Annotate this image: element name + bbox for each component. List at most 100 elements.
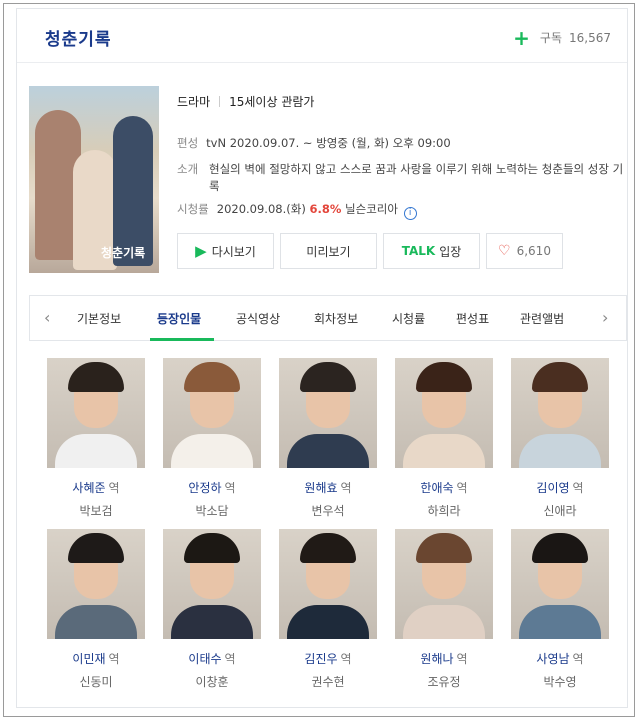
replay-label: 다시보기	[211, 244, 256, 259]
like-count: 6,610	[516, 244, 551, 258]
summary-text: 현실의 벽에 절망하지 않고 스스로 꿈과 사랑을 이루기 위해 노력하는 청춘…	[209, 162, 624, 193]
cast-role[interactable]: 이태수 역	[163, 650, 261, 667]
role-name[interactable]: 이태수	[188, 652, 221, 666]
card-header: 청춘기록 + 구독 16,567	[17, 9, 627, 63]
talk-icon: TALK	[401, 244, 436, 258]
tab-albums[interactable]: 관련앨범	[520, 310, 564, 327]
cast-item[interactable]: 원해효 역변우석	[279, 358, 377, 519]
actor-name[interactable]: 박소담	[163, 502, 261, 519]
tab-bar: ‹ 기본정보 등장인물 공식영상 회차정보 시청률 편성표 관련앨범 ›	[29, 295, 627, 341]
cast-photo[interactable]	[163, 529, 261, 639]
heart-icon: ♡	[498, 243, 511, 259]
tab-basic-info[interactable]: 기본정보	[77, 310, 121, 327]
actor-name[interactable]: 하희라	[395, 502, 493, 519]
divider	[219, 96, 221, 107]
actor-name[interactable]: 박수영	[511, 673, 609, 690]
age-rating: 15세이상 관람가	[229, 95, 315, 109]
active-tab-indicator	[150, 338, 214, 341]
cast-role[interactable]: 안정하 역	[163, 479, 261, 496]
plus-icon: +	[513, 25, 530, 50]
talk-button[interactable]: TALK 입장	[383, 233, 480, 269]
cast-item[interactable]: 김진우 역권수현	[279, 529, 377, 690]
genre-link[interactable]: 드라마	[177, 95, 210, 109]
cast-photo[interactable]	[47, 529, 145, 639]
role-name[interactable]: 사영남	[536, 652, 569, 666]
cast-role[interactable]: 원해나 역	[395, 650, 493, 667]
role-name[interactable]: 김진우	[304, 652, 337, 666]
like-button[interactable]: ♡ 6,610	[486, 233, 563, 269]
play-icon: ▶	[195, 242, 207, 260]
tab-episodes[interactable]: 회차정보	[314, 310, 358, 327]
subscribe-count: 16,567	[569, 30, 611, 45]
drama-poster[interactable]: 청춘기록	[29, 86, 159, 273]
cast-item[interactable]: 사혜준 역박보검	[47, 358, 145, 519]
cast-photo[interactable]	[395, 529, 493, 639]
cast-item[interactable]: 안정하 역박소담	[163, 358, 261, 519]
cast-item[interactable]: 이민재 역신동미	[47, 529, 145, 690]
ratings-row: 시청률 2020.09.08.(화) 6.8% 닐슨코리아 i	[177, 201, 417, 220]
cast-item[interactable]: 김이영 역신애라	[511, 358, 609, 519]
tab-cast[interactable]: 등장인물	[157, 310, 201, 327]
cast-role[interactable]: 사영남 역	[511, 650, 609, 667]
schedule-row: 편성 tvN 2020.09.07. ~ 방영중 (월, 화) 오후 09:00	[177, 135, 451, 151]
actor-name[interactable]: 변우석	[279, 502, 377, 519]
drama-info-card: 청춘기록 + 구독 16,567 청춘기록 드라마 15세이상 관람가 편성 tvN…	[16, 8, 628, 708]
role-suffix: 역	[108, 481, 120, 495]
replay-button[interactable]: ▶ 다시보기	[177, 233, 274, 269]
actor-name[interactable]: 이창훈	[163, 673, 261, 690]
actor-name[interactable]: 신애라	[511, 502, 609, 519]
cast-role[interactable]: 사혜준 역	[47, 479, 145, 496]
cast-role[interactable]: 김진우 역	[279, 650, 377, 667]
ratings-source: 닐슨코리아	[345, 202, 398, 216]
role-name[interactable]: 사혜준	[72, 481, 105, 495]
summary-label: 소개	[177, 162, 199, 176]
genre-line: 드라마 15세이상 관람가	[177, 93, 314, 110]
chevron-right-icon[interactable]: ›	[602, 308, 608, 327]
cast-item[interactable]: 사영남 역박수영	[511, 529, 609, 690]
schedule-value: tvN 2020.09.07. ~ 방영중 (월, 화) 오후 09:00	[206, 136, 451, 150]
actor-name[interactable]: 조유정	[395, 673, 493, 690]
role-name[interactable]: 원해효	[304, 481, 337, 495]
cast-role[interactable]: 이민재 역	[47, 650, 145, 667]
role-name[interactable]: 김이영	[536, 481, 569, 495]
role-suffix: 역	[224, 481, 236, 495]
actor-name[interactable]: 권수현	[279, 673, 377, 690]
talk-label: 입장	[439, 244, 462, 259]
tab-official-video[interactable]: 공식영상	[236, 310, 280, 327]
cast-photo[interactable]	[511, 529, 609, 639]
role-suffix: 역	[456, 652, 468, 666]
info-icon[interactable]: i	[403, 207, 417, 220]
cast-photo[interactable]	[163, 358, 261, 468]
cast-photo[interactable]	[511, 358, 609, 468]
cast-item[interactable]: 이태수 역이창훈	[163, 529, 261, 690]
role-suffix: 역	[108, 652, 120, 666]
cast-role[interactable]: 김이영 역	[511, 479, 609, 496]
subscribe-button[interactable]: + 구독 16,567	[513, 25, 611, 50]
role-suffix: 역	[340, 652, 352, 666]
tab-schedule[interactable]: 편성표	[456, 310, 489, 327]
tab-ratings[interactable]: 시청률	[392, 310, 425, 327]
role-suffix: 역	[224, 652, 236, 666]
role-suffix: 역	[572, 481, 584, 495]
cast-item[interactable]: 한애숙 역하희라	[395, 358, 493, 519]
cast-photo[interactable]	[279, 358, 377, 468]
preview-button[interactable]: 미리보기	[280, 233, 377, 269]
cast-item[interactable]: 원해나 역조유정	[395, 529, 493, 690]
role-suffix: 역	[572, 652, 584, 666]
role-name[interactable]: 한애숙	[420, 481, 453, 495]
role-name[interactable]: 이민재	[72, 652, 105, 666]
ratings-label: 시청률	[177, 202, 209, 216]
role-name[interactable]: 안정하	[188, 481, 221, 495]
actor-name[interactable]: 박보검	[47, 502, 145, 519]
actor-name[interactable]: 신동미	[47, 673, 145, 690]
role-suffix: 역	[456, 481, 468, 495]
cast-photo[interactable]	[47, 358, 145, 468]
cast-photo[interactable]	[395, 358, 493, 468]
role-name[interactable]: 원해나	[420, 652, 453, 666]
cast-photo[interactable]	[279, 529, 377, 639]
schedule-label: 편성	[177, 136, 199, 150]
cast-role[interactable]: 한애숙 역	[395, 479, 493, 496]
drama-title[interactable]: 청춘기록	[45, 25, 112, 50]
cast-role[interactable]: 원해효 역	[279, 479, 377, 496]
chevron-left-icon[interactable]: ‹	[44, 308, 50, 327]
